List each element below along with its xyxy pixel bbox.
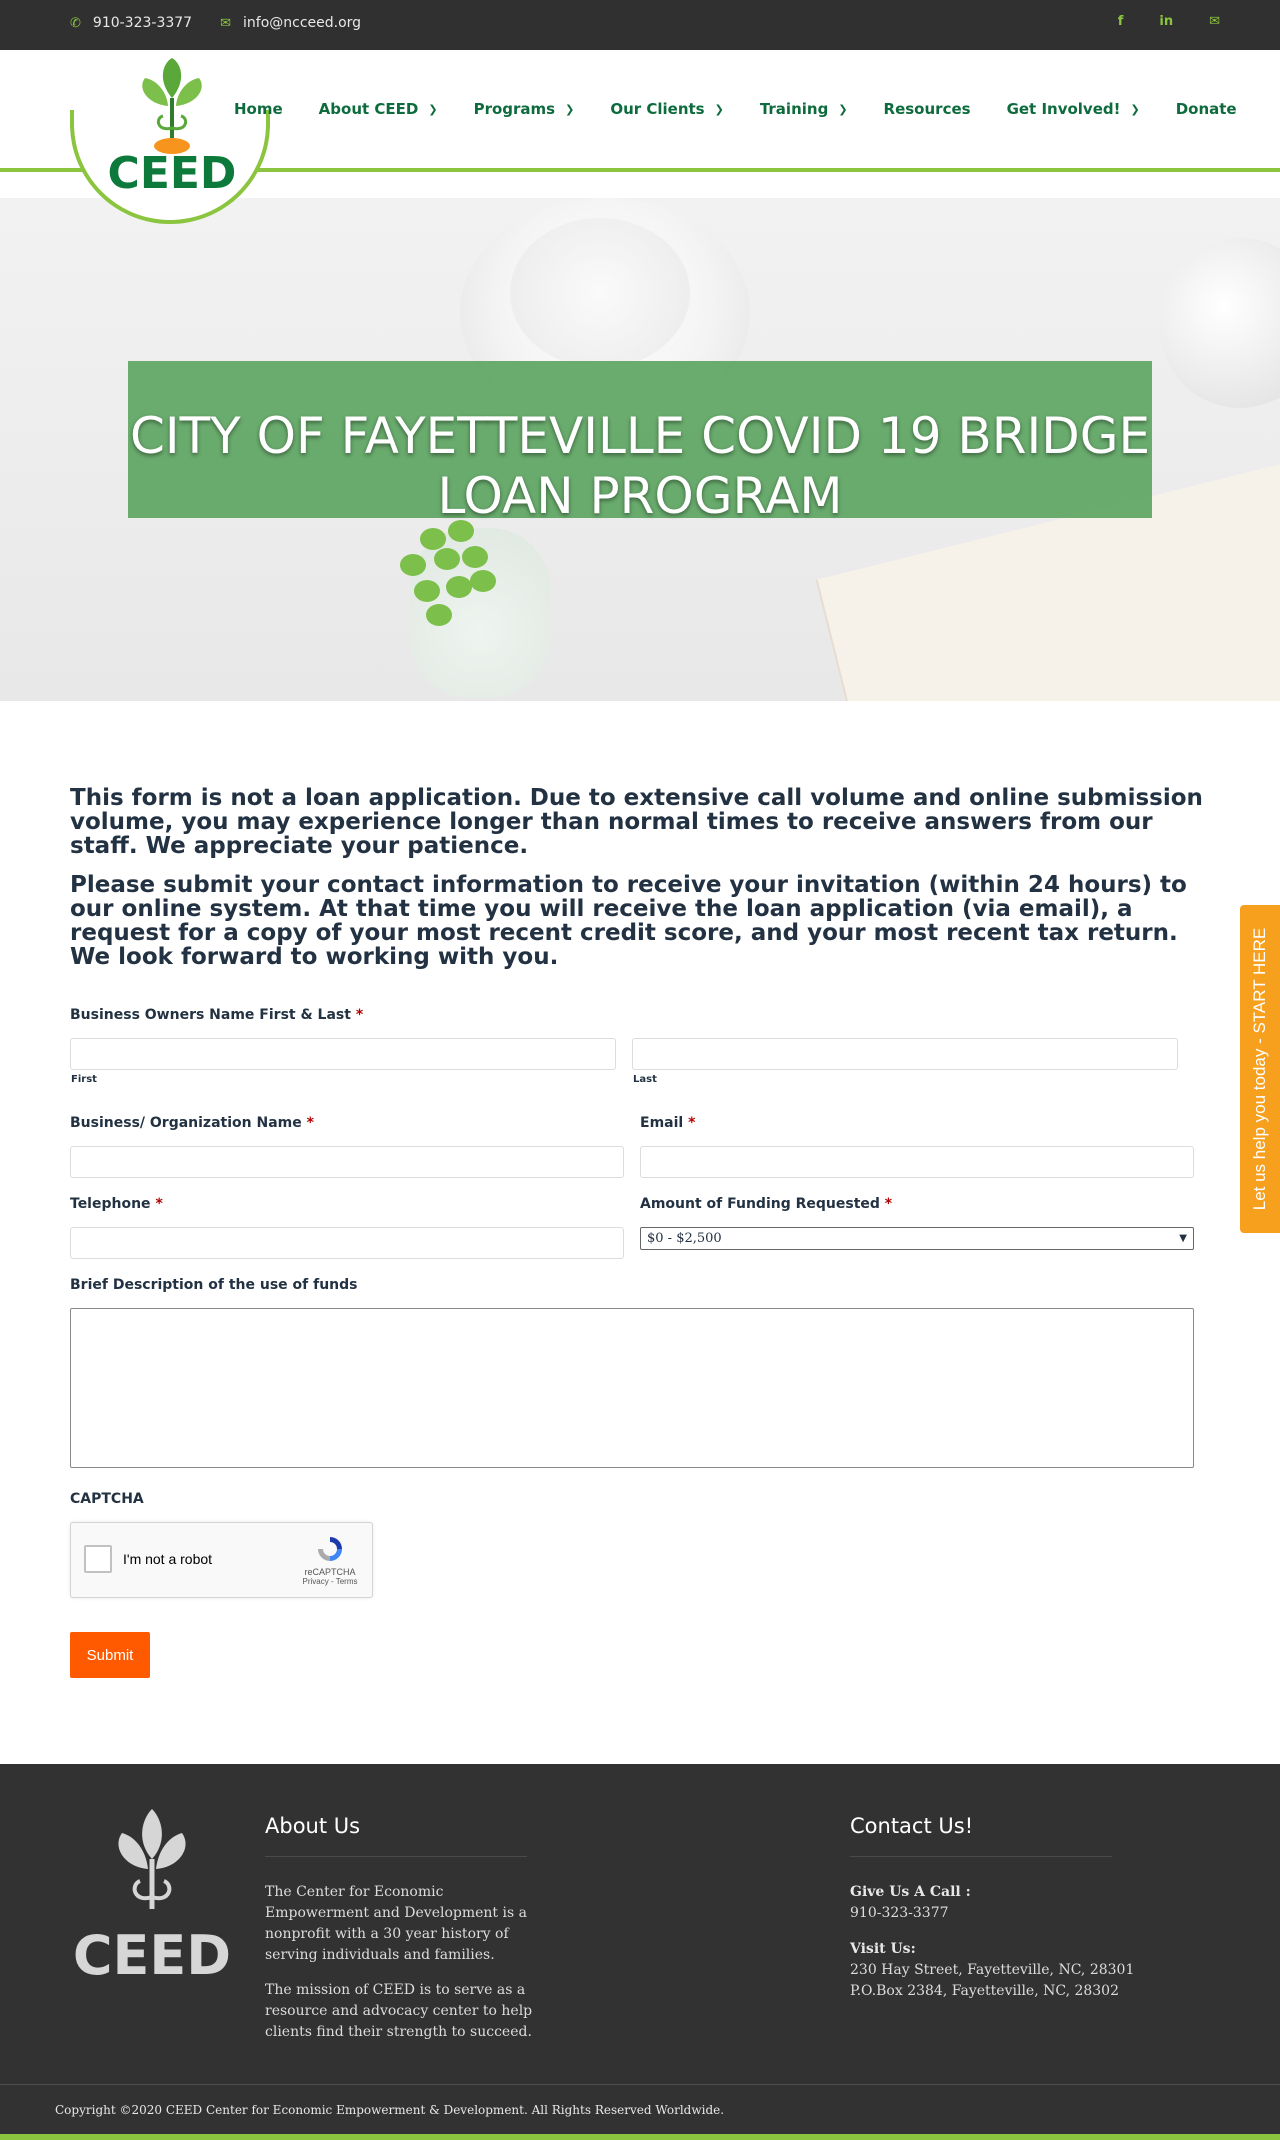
facebook-icon[interactable]: f (1118, 14, 1124, 29)
recaptcha-checkbox[interactable] (84, 1545, 112, 1573)
footer-address-2: P.O.Box 2384, Fayetteville, NC, 28302 (850, 1983, 1120, 1999)
email-field[interactable] (640, 1146, 1194, 1178)
contact-details: Give Us A Call : 910-323-3377 Visit Us: … (850, 1882, 1190, 2002)
site-footer: CEED About Us The Center for Economic Em… (0, 1764, 1280, 2140)
recaptcha-brand-text: reCAPTCHA (304, 1567, 356, 1577)
about-paragraph-2: The mission of CEED is to serve as a res… (265, 1982, 533, 2040)
required-mark: * (306, 1115, 314, 1131)
funding-label-text: Amount of Funding Requested (640, 1196, 880, 1212)
nav-label: Programs (473, 100, 556, 118)
about-us-heading: About Us (265, 1814, 361, 1838)
top-contact: ✆ 910-323-3377 ✉ info@ncceed.org (70, 15, 361, 31)
intro-text: This form is not a loan application. Due… (70, 786, 1220, 984)
start-here-tab-label: Let us help you today - START HERE (1250, 927, 1269, 1211)
email-icon: ✉ (220, 15, 231, 31)
recaptcha-text: I'm not a robot (123, 1551, 213, 1567)
first-sublabel: First (71, 1074, 97, 1085)
footer-address-1: 230 Hay Street, Fayetteville, NC, 28301 (850, 1962, 1135, 1978)
description-textarea[interactable] (70, 1308, 1194, 1468)
contact-us-heading: Contact Us! (850, 1814, 974, 1838)
nav-label: About CEED (318, 100, 419, 118)
last-name-input[interactable] (632, 1038, 1178, 1070)
recaptcha-privacy-terms[interactable]: Privacy - Terms (298, 1577, 362, 1586)
contact-divider (850, 1856, 1112, 1857)
nav-label: Resources (883, 100, 971, 118)
visit-label: Visit Us: (850, 1941, 916, 1957)
about-paragraph-1: The Center for Economic Empowerment and … (265, 1884, 527, 1963)
intro-paragraph-1: This form is not a loan application. Due… (70, 785, 1203, 859)
chevron-down-icon: ❯ (565, 102, 575, 116)
nav-donate[interactable]: Donate (1176, 100, 1237, 118)
owner-name-label-text: Business Owners Name First & Last (70, 1007, 351, 1023)
recaptcha-icon (318, 1537, 342, 1561)
nav-get-involved[interactable]: Get Involved! ❯ (1007, 100, 1140, 118)
mail-icon[interactable]: ✉ (1209, 14, 1220, 29)
owner-name-label: Business Owners Name First & Last * (70, 1007, 363, 1023)
top-email[interactable]: info@ncceed.org (243, 15, 361, 31)
hero-banner: CITY OF FAYETTEVILLE COVID 19 BRIDGE LOA… (0, 198, 1280, 701)
required-mark: * (688, 1115, 696, 1131)
first-name-input[interactable] (70, 1038, 616, 1070)
funding-label: Amount of Funding Requested * (640, 1196, 892, 1212)
captcha-label: CAPTCHA (70, 1491, 144, 1507)
page-title: CITY OF FAYETTEVILLE COVID 19 BRIDGE LOA… (129, 407, 1151, 525)
hero-cup-inner (510, 218, 690, 368)
phone-icon: ✆ (70, 15, 81, 31)
top-bar: ✆ 910-323-3377 ✉ info@ncceed.org f in ✉ (0, 0, 1280, 50)
nav-programs[interactable]: Programs ❯ (474, 100, 575, 118)
copyright-text: Copyright ©2020 CEED Center for Economic… (55, 2103, 725, 2117)
about-divider (265, 1856, 527, 1857)
intro-paragraph-2: Please submit your contact information t… (70, 872, 1187, 970)
footer-accent-line (0, 2134, 1280, 2140)
hero-plant-image (390, 518, 510, 628)
nav-our-clients[interactable]: Our Clients ❯ (610, 100, 724, 118)
funding-selected-value: $0 - $2,500 (647, 1231, 722, 1246)
top-phone[interactable]: 910-323-3377 (93, 15, 192, 31)
logo-text: CEED (108, 148, 237, 199)
nav-about-ceed[interactable]: About CEED ❯ (319, 100, 438, 118)
chevron-down-icon: ❯ (428, 102, 438, 116)
call-label: Give Us A Call : (850, 1884, 971, 1900)
footer-phone[interactable]: 910-323-3377 (850, 1903, 1190, 1924)
telephone-label: Telephone * (70, 1196, 163, 1212)
footer-logo-text: CEED (73, 1924, 231, 1979)
recaptcha-widget: I'm not a robot reCAPTCHA Privacy - Term… (70, 1522, 373, 1598)
description-label: Brief Description of the use of funds (70, 1277, 358, 1293)
chevron-down-icon: ❯ (838, 102, 848, 116)
funding-select[interactable]: $0 - $2,500 ▼ (640, 1227, 1194, 1250)
hero-mouse-image (1160, 238, 1280, 408)
nav-label: Our Clients (610, 100, 705, 118)
start-here-tab[interactable]: Let us help you today - START HERE (1240, 905, 1280, 1233)
nav-label: Donate (1175, 100, 1237, 118)
required-mark: * (884, 1196, 893, 1212)
footer-bottom-divider (0, 2084, 1280, 2085)
nav-label: Get Involved! (1006, 100, 1121, 118)
telephone-label-text: Telephone (70, 1196, 151, 1212)
required-mark: * (355, 1007, 364, 1023)
chevron-down-icon: ▼ (1179, 1233, 1187, 1244)
nav-resources[interactable]: Resources (884, 100, 971, 118)
nav-training[interactable]: Training ❯ (760, 100, 848, 118)
social-links: f in ✉ (1118, 14, 1220, 29)
email-label-text: Email (640, 1115, 684, 1131)
business-name-label-text: Business/ Organization Name (70, 1115, 302, 1131)
business-name-label: Business/ Organization Name * (70, 1115, 314, 1131)
linkedin-icon[interactable]: in (1159, 14, 1173, 29)
business-name-input[interactable] (70, 1146, 624, 1178)
required-mark: * (155, 1196, 163, 1212)
submit-button[interactable]: Submit (70, 1632, 150, 1678)
nav-label: Home (234, 100, 283, 118)
footer-ceed-logo: CEED (73, 1809, 231, 1979)
chevron-down-icon: ❯ (1130, 102, 1140, 116)
main-nav: Home About CEED ❯ Programs ❯ Our Clients ❯ … (234, 100, 1237, 118)
telephone-input[interactable] (70, 1227, 624, 1259)
last-sublabel: Last (633, 1074, 657, 1085)
ceed-logo[interactable]: CEED (85, 58, 260, 208)
nav-label: Training (759, 100, 829, 118)
nav-home[interactable]: Home (234, 100, 283, 118)
chevron-down-icon: ❯ (714, 102, 724, 116)
recaptcha-branding: reCAPTCHA Privacy - Terms (298, 1533, 362, 1586)
email-label: Email * (640, 1115, 695, 1131)
